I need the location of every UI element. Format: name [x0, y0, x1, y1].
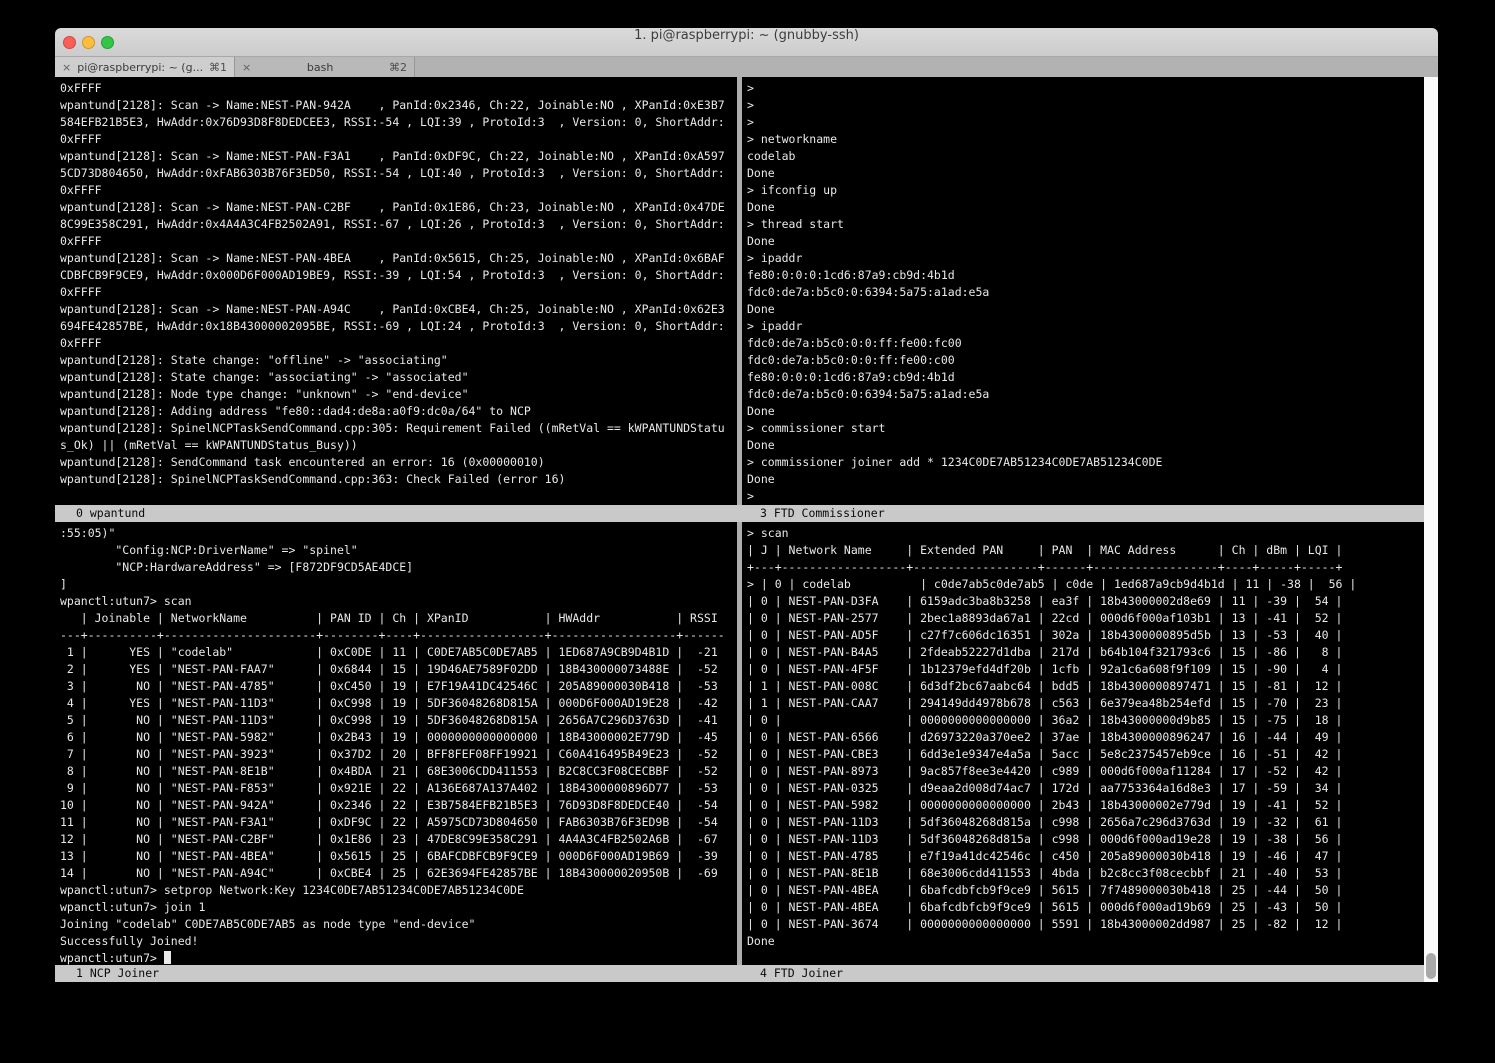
window-title: 1. pi@raspberrypi: ~ (gnubby-ssh): [55, 28, 1438, 57]
scrollbar-thumb[interactable]: [1426, 953, 1436, 979]
ncp-joiner-prompt-line: wpanctl:utun7>: [55, 950, 737, 965]
pane-status-ftd-commissioner: 3 FTD Commissioner: [742, 505, 1424, 522]
pane-divider-top[interactable]: [737, 77, 742, 505]
pane-ncp-joiner[interactable]: :55:05)" "Config:NCP:DriverName" => "spi…: [55, 522, 737, 965]
terminal-cursor: [164, 951, 171, 964]
wpantund-log-text: 0xFFFF wpantund[2128]: Scan -> Name:NEST…: [55, 77, 737, 488]
tab-shortcut: ⌘2: [389, 61, 407, 74]
terminal-window: 1. pi@raspberrypi: ~ (gnubby-ssh) × pi@r…: [55, 28, 1438, 1035]
tab-label: bash: [257, 61, 383, 74]
pane-wpantund[interactable]: 0xFFFF wpantund[2128]: Scan -> Name:NEST…: [55, 77, 737, 505]
terminal-area: 0xFFFF wpantund[2128]: Scan -> Name:NEST…: [55, 77, 1438, 982]
scrollbar-track[interactable]: [1424, 77, 1438, 982]
pane-status-ftd-joiner: 4 FTD Joiner: [742, 965, 1424, 982]
tab-label: pi@raspberrypi: ~ (g...: [77, 61, 203, 74]
pane-divider-bottom[interactable]: [737, 522, 742, 965]
window-titlebar[interactable]: 1. pi@raspberrypi: ~ (gnubby-ssh): [55, 28, 1438, 57]
ftd-joiner-cli-text: > scan | J | Network Name | Extended PAN…: [742, 522, 1424, 950]
ncp-joiner-cli-text: :55:05)" "Config:NCP:DriverName" => "spi…: [55, 522, 737, 950]
pane-ftd-commissioner[interactable]: > > > > networkname codelab Done > ifcon…: [742, 77, 1424, 505]
tab-close-icon[interactable]: ×: [242, 61, 251, 74]
ftd-commissioner-cli-text: > > > > networkname codelab Done > ifcon…: [742, 77, 1424, 505]
tab-bash[interactable]: × bash ⌘2: [235, 57, 415, 77]
desktop-background: 1. pi@raspberrypi: ~ (gnubby-ssh) × pi@r…: [0, 0, 1495, 1063]
pane-status-ncp-joiner: 1 NCP Joiner: [55, 965, 742, 982]
pane-status-wpantund: 0 wpantund: [55, 505, 742, 522]
prompt-text: wpanctl:utun7>: [60, 951, 164, 965]
tab-close-icon[interactable]: ×: [62, 61, 71, 74]
tab-bar: × pi@raspberrypi: ~ (g... ⌘1 × bash ⌘2: [55, 57, 1438, 77]
tab-ssh-session[interactable]: × pi@raspberrypi: ~ (g... ⌘1: [55, 57, 235, 77]
pane-ftd-joiner[interactable]: > scan | J | Network Name | Extended PAN…: [742, 522, 1424, 965]
tab-shortcut: ⌘1: [209, 61, 227, 74]
